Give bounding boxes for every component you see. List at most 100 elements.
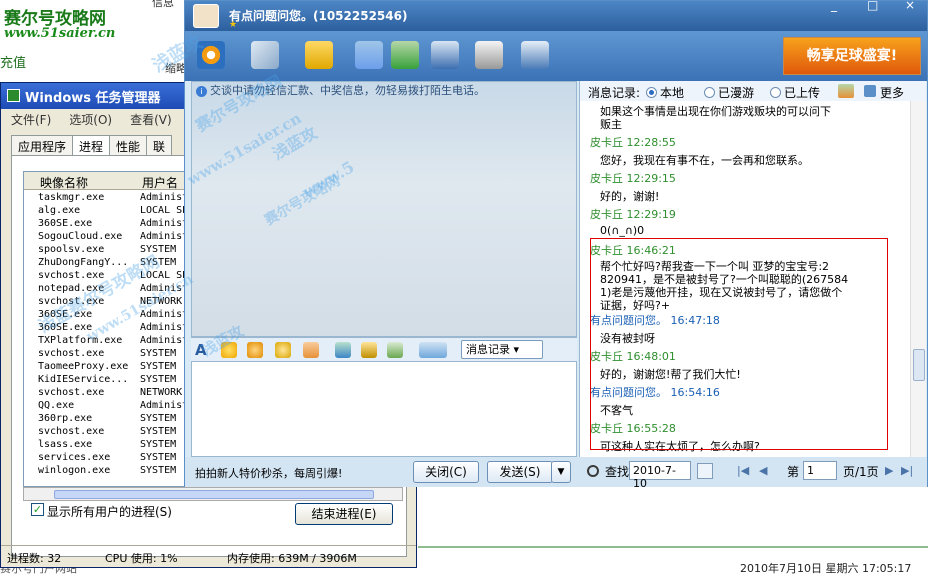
process-name: SogouCloud.exe [38,231,123,242]
horizontal-scrollbar[interactable] [23,487,403,501]
minimize-icon[interactable]: _ [831,0,837,12]
ad-banner[interactable]: 畅享足球盛宴! [783,37,921,75]
column-image-name[interactable]: 映像名称 [40,174,88,191]
music-icon[interactable] [361,342,377,358]
microphone-icon[interactable] [251,41,279,69]
page-total: 页/1页 [843,465,879,479]
date-time: 2010年7月10日 星期六 17:05:17 [740,562,912,575]
page-label: 第 [787,465,800,479]
history-search-bar: 查找 2010-7-10 |◀ ◀ 第 1 页/1页 ▶ ▶| [579,457,925,490]
page-input[interactable]: 1 [803,461,837,480]
status-bar: 进程数: 32 CPU 使用: 1% 内存使用: 639M / 3906M [1,545,416,567]
history-label: 消息记录: [588,86,641,100]
tab-performance[interactable]: 性能 [109,135,148,155]
search-button[interactable]: 查找 [605,463,629,480]
process-name: winlogon.exe [38,465,111,476]
process-name: KidIEService... [38,374,129,385]
last-page-icon[interactable]: ▶| [901,464,913,477]
show-all-label[interactable]: 显示所有用户的进程(S) [47,503,172,520]
process-user: SYSTEM [140,465,177,476]
process-name: ZhuDongFangY... [38,257,129,268]
menu-file[interactable]: 文件(F) [11,111,51,128]
column-user-name[interactable]: 用户名 [142,174,178,191]
more-icon [864,85,876,97]
history-scrollbar[interactable] [910,101,926,457]
site-url: www.51saier.cn [4,26,116,41]
image-icon[interactable] [335,342,351,358]
email-icon[interactable] [355,41,383,69]
first-page-icon[interactable]: |◀ [737,464,749,477]
process-user: SYSTEM [140,413,177,424]
send-button[interactable]: 发送(S) [487,461,553,483]
process-name: taskmgr.exe [38,192,105,203]
export-icon[interactable] [838,84,854,98]
next-page-icon[interactable]: ▶ [885,464,893,477]
maximize-icon[interactable]: □ [867,0,878,12]
end-process-button[interactable]: 结束进程(E) [295,503,393,525]
process-name: svchost.exe [38,426,105,437]
shake-icon[interactable] [275,342,291,358]
scroll-thumb[interactable] [54,490,374,499]
process-name: 360SE.exe [38,218,93,229]
game-icon[interactable] [475,41,503,69]
radio-local[interactable]: 本地 [646,84,684,101]
screenshot-icon[interactable] [419,342,447,358]
menu-view[interactable]: 查看(V) [130,111,172,128]
close-button[interactable]: 关闭(C) [413,461,479,483]
scrawl-icon[interactable] [387,342,403,358]
process-count: 进程数: 32 [7,552,62,565]
more-link[interactable]: 更多 [880,84,904,101]
tab-networking[interactable]: 联 [146,135,173,155]
process-user: Administ [140,231,189,242]
process-user: SYSTEM [140,452,177,463]
show-all-checkbox[interactable]: ✓ [31,503,44,516]
add-app-icon[interactable] [391,41,419,69]
message-header: 皮卡丘 12:28:55 [590,136,676,149]
close-icon[interactable]: × [905,0,915,12]
memory-usage: 内存使用: 639M / 3906M [227,552,357,565]
radio-roaming[interactable]: 已漫游 [704,84,754,101]
process-name: alg.exe [38,205,81,216]
window-controls: _ □ × [825,0,928,13]
voice-message-icon[interactable] [303,342,319,358]
settings-icon[interactable] [521,41,549,69]
radio-uploaded[interactable]: 已上传 [770,84,820,101]
info-icon: i [196,86,207,97]
process-name: spoolsv.exe [38,244,105,255]
process-user: LOCAL SE [140,205,189,216]
tab-strip: 应用程序 进程 性能联 [11,135,173,157]
tab-applications[interactable]: 应用程序 [11,135,74,155]
scroll-thumb[interactable] [913,349,925,381]
process-user: SYSTEM [140,348,177,359]
prev-page-icon[interactable]: ◀ [759,464,767,477]
send-file-icon[interactable] [305,41,333,69]
avatar[interactable] [193,4,219,28]
qq-chat-window: 有点问题问您。(1052252546) ★ _ □ × 畅享足球盛宴! i 交谈中… [184,0,928,490]
chat-titlebar[interactable]: 有点问题问您。(1052252546) ★ _ □ × [185,0,928,31]
message-history-button[interactable]: 消息记录 ▾ [461,340,543,359]
calendar-icon[interactable] [697,463,713,479]
message-text: 好的，谢谢! [600,190,660,203]
radio-roaming-icon [704,87,715,98]
message-input[interactable] [191,361,577,457]
highlight-box [590,238,888,450]
send-options-icon[interactable]: ▼ [551,461,571,483]
message-header: 皮卡丘 12:29:15 [590,172,676,185]
process-name: services.exe [38,452,111,463]
promo-link[interactable]: 拍拍新人特价秒杀，每周引爆! [195,465,342,481]
message-text: 0(∩_∩)0 [600,224,645,237]
process-user: Administ [140,218,189,229]
radio-roaming-label: 已漫游 [718,86,755,100]
cpu-usage: CPU 使用: 1% [105,552,178,565]
divider [418,546,928,548]
tab-processes[interactable]: 进程 [72,135,111,157]
qq-profile-icon[interactable] [431,41,459,69]
history-panel: 消息记录: 本地 已漫游 已上传 更多 如果这个事情是出现在你们游戏贩块的可以问… [579,81,926,457]
menu-options[interactable]: 选项(O) [69,111,112,128]
process-name: TXPlatform.exe [38,335,123,346]
date-field[interactable]: 2010-7-10 [629,461,691,490]
magic-emoticon-icon[interactable] [247,342,263,358]
process-name: lsass.exe [38,439,93,450]
recharge-link[interactable]: 充值 [0,52,26,71]
message-text: 您好，我现在有事不在，一会再和您联系。 [600,154,809,167]
